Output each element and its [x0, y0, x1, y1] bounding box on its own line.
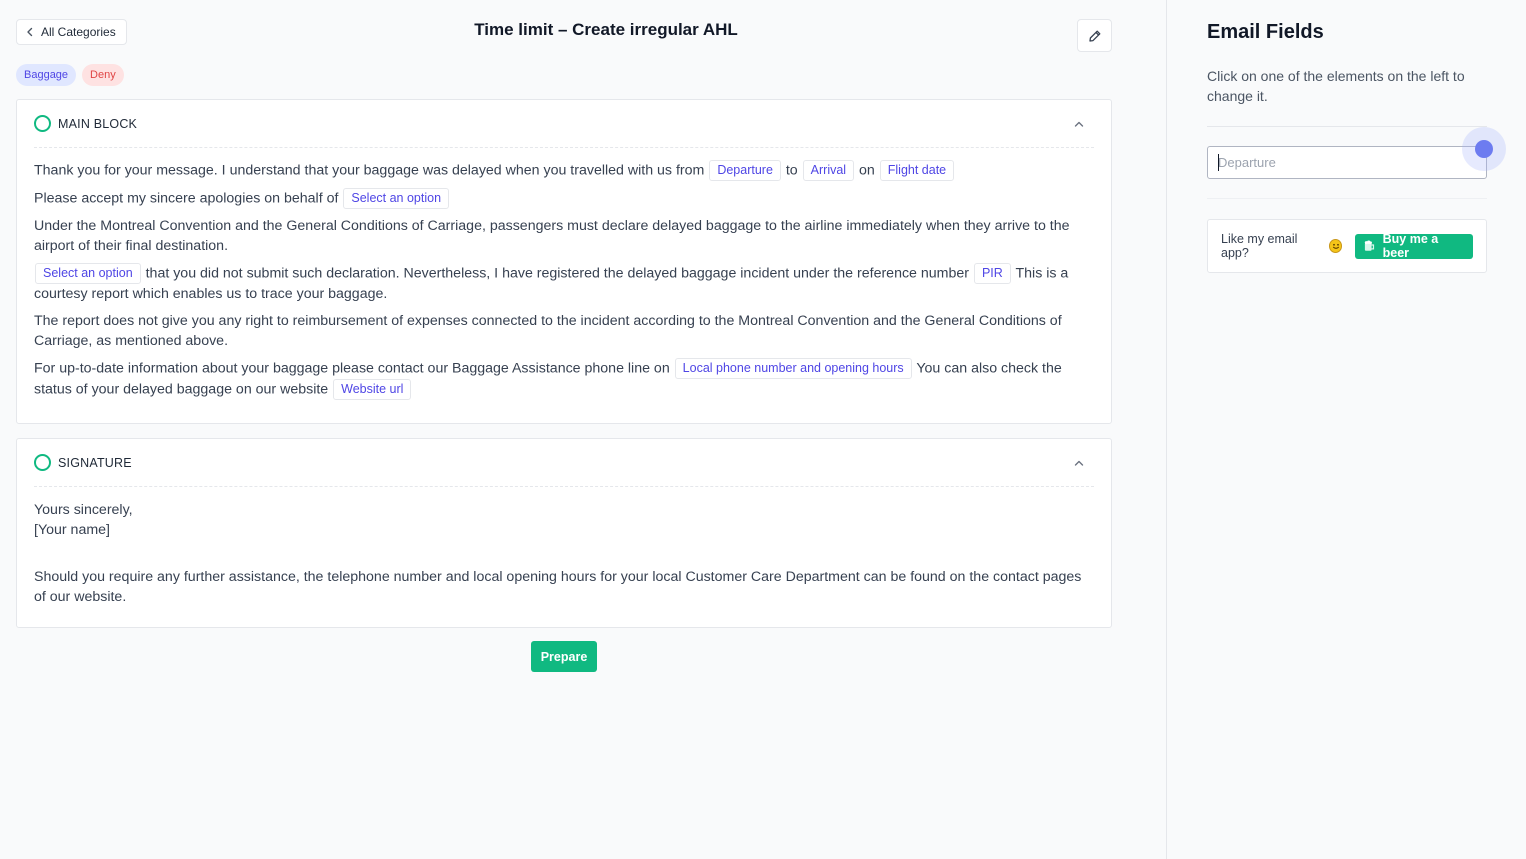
- beer-mug-icon: [1365, 240, 1375, 251]
- main-block-body: Thank you for your message. I understand…: [34, 160, 1087, 407]
- paragraph: For up-to-date information about your ba…: [34, 358, 1087, 400]
- text-segment: that you did not submit such declaration…: [145, 265, 969, 282]
- buy-me-a-beer-button[interactable]: Buy me a beer: [1355, 232, 1473, 260]
- field-chip-select-option-2[interactable]: Select an option: [35, 263, 141, 284]
- pencil-icon: [1088, 30, 1100, 42]
- status-ring-icon: [34, 115, 51, 132]
- main-panel: All Categories Time limit – Create irreg…: [0, 0, 1166, 859]
- tag-list: Baggage Deny: [16, 64, 124, 86]
- field-chip-departure[interactable]: Departure: [709, 160, 781, 181]
- tag-baggage: Baggage: [16, 64, 77, 86]
- text-segment: on: [859, 162, 875, 179]
- field-chip-phone-hours[interactable]: Local phone number and opening hours: [674, 358, 912, 379]
- divider: [1207, 126, 1487, 127]
- tag-deny: Deny: [82, 64, 124, 86]
- main-block-card: MAIN BLOCK Thank you for your message. I…: [16, 99, 1112, 424]
- field-chip-flight-date[interactable]: Flight date: [879, 160, 955, 181]
- all-categories-label: All Categories: [41, 25, 116, 39]
- field-chip-arrival[interactable]: Arrival: [802, 160, 855, 181]
- sidebar-title: Email Fields: [1207, 21, 1324, 43]
- paragraph: Please accept my sincere apologies on be…: [34, 188, 1087, 209]
- paragraph: Should you require any further assistanc…: [34, 569, 1082, 605]
- signature-header[interactable]: SIGNATURE: [34, 439, 1094, 487]
- text-caret: [1218, 154, 1219, 171]
- prepare-button[interactable]: Prepare: [531, 641, 597, 672]
- buy-me-a-beer-label: Buy me a beer: [1382, 232, 1439, 260]
- edit-button[interactable]: [1077, 19, 1112, 52]
- paragraph: Under the Montreal Convention and the Ge…: [34, 218, 1070, 254]
- main-block-header[interactable]: MAIN BLOCK: [34, 100, 1094, 148]
- field-value-input[interactable]: [1207, 146, 1487, 179]
- chevron-up-icon[interactable]: [1072, 456, 1086, 470]
- signature-body: Yours sincerely, [Your name] Should you …: [34, 500, 1087, 614]
- text-segment: Thank you for your message. I understand…: [34, 162, 705, 179]
- divider: [1207, 198, 1487, 199]
- status-ring-icon: [34, 454, 51, 471]
- paragraph: Thank you for your message. I understand…: [34, 160, 1087, 181]
- main-block-title: MAIN BLOCK: [58, 116, 138, 131]
- focus-indicator-dot: [1475, 140, 1493, 158]
- field-chip-website-url[interactable]: Website url: [333, 379, 412, 400]
- smile-emoji-icon: [1328, 239, 1343, 253]
- promo-text: Like my email app?: [1221, 232, 1298, 260]
- field-chip-pir[interactable]: PIR: [973, 263, 1011, 284]
- page-title: Time limit – Create irregular AHL: [474, 20, 738, 39]
- text-segment: For up-to-date information about your ba…: [34, 360, 670, 377]
- promo-box: Like my email app? Buy me a beer: [1207, 219, 1487, 273]
- sidebar-description: Click on one of the elements on the left…: [1207, 68, 1465, 104]
- text-segment: Please accept my sincere apologies on be…: [34, 190, 339, 207]
- all-categories-button[interactable]: All Categories: [16, 19, 127, 45]
- signature-line: [Your name]: [34, 522, 110, 538]
- focus-indicator: [1462, 127, 1506, 171]
- chevron-left-icon: [27, 27, 33, 37]
- email-fields-sidebar: Email Fields Click on one of the element…: [1166, 0, 1526, 859]
- chevron-up-icon[interactable]: [1072, 117, 1086, 131]
- paragraph: Select an option that you did not submit…: [34, 263, 1087, 304]
- signature-line: Yours sincerely,: [34, 502, 133, 518]
- text-segment: to: [785, 162, 798, 179]
- signature-title: SIGNATURE: [58, 455, 132, 470]
- paragraph: The report does not give you any right t…: [34, 313, 1062, 349]
- field-chip-select-option-1[interactable]: Select an option: [343, 188, 450, 209]
- signature-card: SIGNATURE Yours sincerely, [Your name] S…: [16, 438, 1112, 628]
